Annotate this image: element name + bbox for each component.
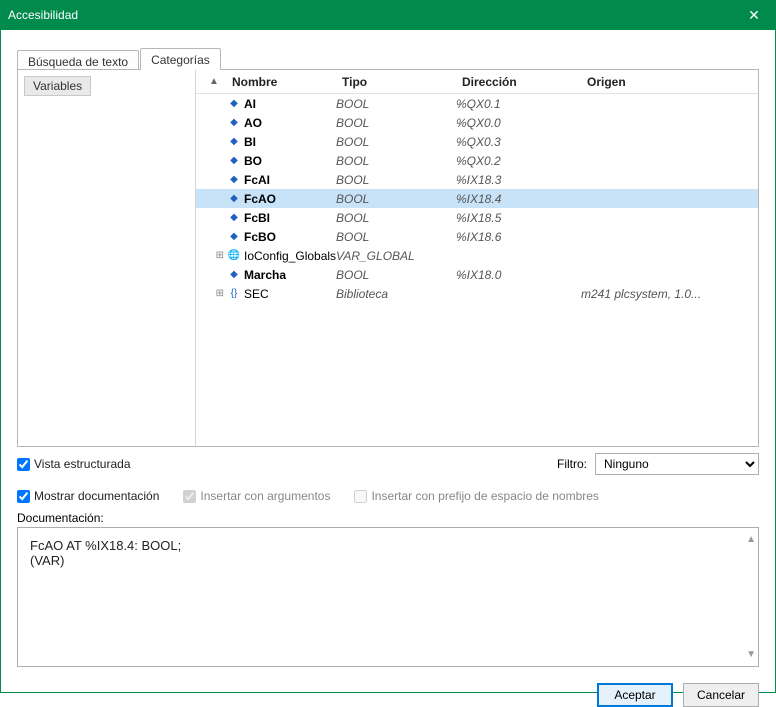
cell-type: BOOL [336,135,456,149]
insert-with-arguments-checkbox: Insertar con argumentos [183,489,330,503]
table-row[interactable]: ⊞🌐IoConfig_GlobalsVAR_GLOBAL [196,246,758,265]
column-header-name[interactable]: Nombre [226,70,336,93]
table-row[interactable]: ◆FcAOBOOL%IX18.4 [196,189,758,208]
cell-type: BOOL [336,192,456,206]
cell-name: BI [242,135,336,149]
table-row[interactable]: ◆BIBOOL%QX0.3 [196,132,758,151]
cell-direction: %QX0.2 [456,154,581,168]
cell-direction: %QX0.3 [456,135,581,149]
cell-type: Biblioteca [336,287,456,301]
close-icon[interactable]: ✕ [740,7,768,24]
cell-direction: %IX18.5 [456,211,581,225]
column-header-origin[interactable]: Origen [581,70,758,93]
table-row[interactable]: ◆FcAIBOOL%IX18.3 [196,170,758,189]
variable-icon: ◆ [226,136,242,147]
variable-icon: {} [226,288,242,299]
show-documentation-label: Mostrar documentación [34,489,159,503]
cell-name: AI [242,97,336,111]
tree-node-variables[interactable]: Variables [24,76,91,96]
insert-with-arguments-label: Insertar con argumentos [200,489,330,503]
column-header-type[interactable]: Tipo [336,70,456,93]
table-row[interactable]: ◆BOBOOL%QX0.2 [196,151,758,170]
tab-categories[interactable]: Categorías [140,48,221,70]
cell-name: Marcha [242,268,336,282]
variable-list: ▲ Nombre Tipo Dirección Origen ◆AIBOOL%Q… [196,70,758,446]
cell-name: SEC [242,287,336,301]
column-header-direction[interactable]: Dirección [456,70,581,93]
cell-name: FcAI [242,173,336,187]
cell-type: BOOL [336,116,456,130]
ok-button[interactable]: Aceptar [597,683,673,707]
documentation-area[interactable]: FcAO AT %IX18.4: BOOL; (VAR) ▲ ▼ [17,527,759,667]
insert-with-prefix-checkbox: Insertar con prefijo de espacio de nombr… [354,489,598,503]
cell-name: BO [242,154,336,168]
cell-type: BOOL [336,173,456,187]
variable-icon: ◆ [226,212,242,223]
documentation-label: Documentación: [17,511,759,525]
cell-name: IoConfig_Globals [242,249,336,263]
table-row[interactable]: ◆MarchaBOOL%IX18.0 [196,265,758,284]
insert-with-prefix-input [354,490,367,503]
cell-direction: %IX18.4 [456,192,581,206]
table-row[interactable]: ◆FcBOBOOL%IX18.6 [196,227,758,246]
variable-icon: ◆ [226,269,242,280]
structured-view-label: Vista estructurada [34,457,131,471]
variable-icon: ◆ [226,155,242,166]
cell-type: BOOL [336,230,456,244]
cell-type: BOOL [336,97,456,111]
variable-icon: ◆ [226,193,242,204]
cell-type: BOOL [336,154,456,168]
dialog-buttons: Aceptar Cancelar [17,683,759,707]
filter-select[interactable]: Ninguno [595,453,759,475]
cancel-button[interactable]: Cancelar [683,683,759,707]
doc-options-row: Mostrar documentación Insertar con argum… [17,489,759,503]
expand-icon[interactable]: ⊞ [196,250,226,261]
cell-direction: %IX18.0 [456,268,581,282]
cell-direction: %QX0.1 [456,97,581,111]
list-header: ▲ Nombre Tipo Dirección Origen [196,70,758,94]
titlebar: Accesibilidad ✕ [0,0,776,30]
window-title: Accesibilidad [8,8,740,22]
cell-direction: %IX18.6 [456,230,581,244]
cell-type: BOOL [336,211,456,225]
category-tree[interactable]: Variables [18,70,196,446]
insert-with-arguments-input [183,490,196,503]
cell-type: VAR_GLOBAL [336,249,456,263]
tab-strip: Búsqueda de texto Categorías [17,46,759,70]
structured-view-input[interactable] [17,458,30,471]
variable-icon: ◆ [226,117,242,128]
cell-type: BOOL [336,268,456,282]
cell-direction: %QX0.0 [456,116,581,130]
dialog-body: Búsqueda de texto Categorías Variables ▲… [0,30,776,693]
cell-name: FcBO [242,230,336,244]
variable-icon: ◆ [226,98,242,109]
cell-name: FcBI [242,211,336,225]
below-panel: Vista estructurada Filtro: Ninguno [17,453,759,475]
scroll-down-icon[interactable]: ▼ [746,649,756,660]
documentation-text: FcAO AT %IX18.4: BOOL; (VAR) [30,538,181,568]
cell-direction: %IX18.3 [456,173,581,187]
cell-origin: m241 plcsystem, 1.0... [581,287,758,301]
show-documentation-input[interactable] [17,490,30,503]
sort-arrow-icon[interactable]: ▲ [196,70,226,93]
insert-with-prefix-label: Insertar con prefijo de espacio de nombr… [371,489,598,503]
tab-panel-categories: Variables ▲ Nombre Tipo Dirección Origen… [17,69,759,447]
show-documentation-checkbox[interactable]: Mostrar documentación [17,489,159,503]
expand-icon[interactable]: ⊞ [196,288,226,299]
cell-name: FcAO [242,192,336,206]
table-row[interactable]: ◆FcBIBOOL%IX18.5 [196,208,758,227]
scroll-up-icon[interactable]: ▲ [746,534,756,545]
variable-icon: ◆ [226,231,242,242]
table-row[interactable]: ◆AIBOOL%QX0.1 [196,94,758,113]
table-row[interactable]: ◆AOBOOL%QX0.0 [196,113,758,132]
variable-icon: ◆ [226,174,242,185]
filter-label: Filtro: [557,457,587,471]
variable-icon: 🌐 [226,250,242,261]
structured-view-checkbox[interactable]: Vista estructurada [17,457,131,471]
table-row[interactable]: ⊞{}SECBiblioteca m241 plcsystem, 1.0... [196,284,758,303]
list-rows: ◆AIBOOL%QX0.1◆AOBOOL%QX0.0◆BIBOOL%QX0.3◆… [196,94,758,446]
cell-name: AO [242,116,336,130]
filter-row: Filtro: Ninguno [557,453,759,475]
